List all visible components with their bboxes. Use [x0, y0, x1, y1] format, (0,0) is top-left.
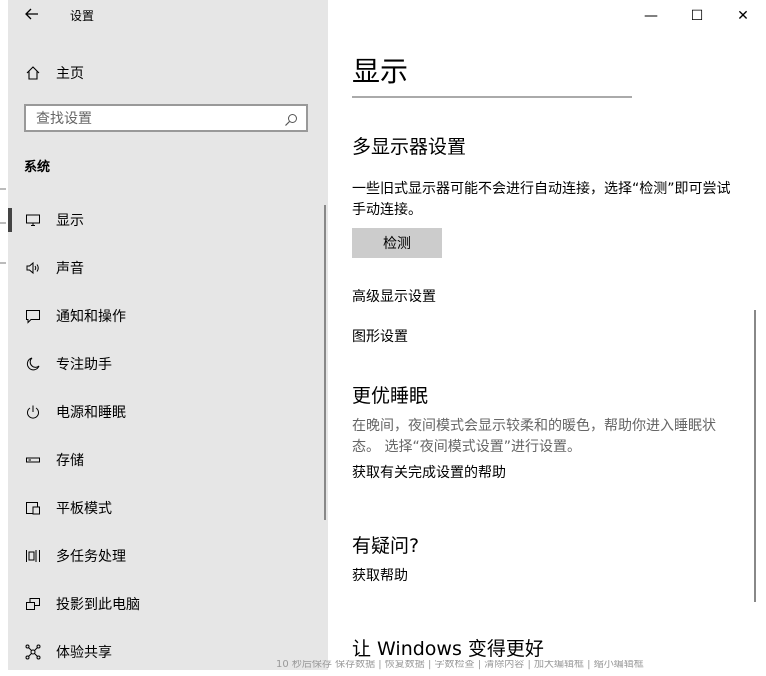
- sidebar-scrollbar[interactable]: [324, 205, 326, 520]
- edge-mark: [0, 222, 6, 224]
- get-help-link[interactable]: 获取帮助: [352, 566, 408, 586]
- sidebar-item-focus-assist[interactable]: 专注助手: [8, 340, 328, 388]
- left-window-edge: [0, 0, 8, 670]
- home-icon: [24, 64, 42, 82]
- sleep-help-link[interactable]: 获取有关完成设置的帮助: [352, 463, 506, 483]
- power-icon: [24, 403, 42, 421]
- search-input[interactable]: 查找设置: [24, 104, 308, 132]
- sidebar-item-storage[interactable]: 存储: [8, 436, 328, 484]
- detect-button[interactable]: 检测: [352, 228, 442, 258]
- background-editor-toolbar: 10 秒后保存 保存数据 | 恢复数据 | 字数检查 | 清除内容 | 加大编辑…: [276, 660, 644, 670]
- sleep-heading: 更优睡眠: [352, 385, 429, 407]
- minimize-button[interactable]: —: [628, 0, 674, 32]
- sidebar-section-title: 系统: [24, 160, 51, 175]
- maximize-button[interactable]: ☐: [674, 0, 720, 32]
- sidebar-item-label: 投影到此电脑: [56, 597, 140, 613]
- sidebar: 设置 主页 查找设置 系统 显示 声音 通知和操作 专注助手 电源和睡眠 存储 …: [8, 0, 328, 670]
- speaker-icon: [24, 259, 42, 277]
- title-divider: [352, 96, 632, 98]
- sidebar-item-sound[interactable]: 声音: [8, 244, 328, 292]
- sidebar-item-power[interactable]: 电源和睡眠: [8, 388, 328, 436]
- sidebar-item-label: 存储: [56, 453, 84, 469]
- multi-display-heading: 多显示器设置: [352, 136, 467, 158]
- window-title: 设置: [70, 9, 95, 23]
- sidebar-item-label: 平板模式: [56, 501, 112, 517]
- moon-icon: [24, 355, 42, 373]
- sidebar-item-multitasking[interactable]: 多任务处理: [8, 532, 328, 580]
- sidebar-item-label: 电源和睡眠: [56, 405, 126, 421]
- sidebar-item-label: 通知和操作: [56, 309, 126, 325]
- sidebar-item-project-to-pc[interactable]: 投影到此电脑: [8, 580, 328, 628]
- sidebar-item-label: 主页: [56, 66, 84, 82]
- window-controls: — ☐ ✕: [628, 0, 766, 32]
- close-button[interactable]: ✕: [720, 0, 766, 32]
- search-icon: [284, 112, 298, 126]
- multi-display-description: 一些旧式显示器可能不会进行自动连接，选择“检测”即可尝试手动连接。: [352, 181, 731, 218]
- sidebar-nav: 显示 声音 通知和操作 专注助手 电源和睡眠 存储 平板模式 多任务处理 投影到…: [8, 196, 328, 676]
- tablet-icon: [24, 499, 42, 517]
- sidebar-item-tablet-mode[interactable]: 平板模式: [8, 484, 328, 532]
- share-icon: [24, 643, 42, 661]
- project-icon: [24, 595, 42, 613]
- edge-mark: [0, 188, 6, 190]
- sidebar-item-label: 专注助手: [56, 357, 112, 373]
- edge-mark: [0, 262, 6, 264]
- multitask-icon: [24, 547, 42, 565]
- main-scrollbar[interactable]: [754, 310, 756, 602]
- search-placeholder: 查找设置: [36, 111, 92, 127]
- improve-windows-heading: 让 Windows 变得更好: [352, 638, 544, 660]
- sleep-description: 在晚间，夜间模式会显示较柔和的暖色，帮助你进入睡眠状态。 选择“夜间模式设置”进…: [352, 418, 716, 455]
- questions-heading: 有疑问?: [352, 535, 420, 557]
- sidebar-item-label: 声音: [56, 261, 84, 277]
- sidebar-item-home[interactable]: 主页: [24, 60, 84, 86]
- main-content: — ☐ ✕ 显示 多显示器设置 一些旧式显示器可能不会进行自动连接，选择“检测”…: [328, 0, 766, 670]
- sidebar-item-label: 多任务处理: [56, 549, 126, 565]
- sidebar-item-label: 显示: [56, 213, 84, 229]
- sidebar-item-display[interactable]: 显示: [8, 196, 328, 244]
- back-arrow-icon[interactable]: [24, 6, 44, 26]
- page-title: 显示: [352, 55, 409, 88]
- graphics-settings-link[interactable]: 图形设置: [352, 327, 408, 347]
- advanced-display-link[interactable]: 高级显示设置: [352, 287, 436, 307]
- sidebar-item-notifications[interactable]: 通知和操作: [8, 292, 328, 340]
- sidebar-item-label: 体验共享: [56, 645, 112, 661]
- monitor-icon: [24, 211, 42, 229]
- notification-icon: [24, 307, 42, 325]
- storage-icon: [24, 451, 42, 469]
